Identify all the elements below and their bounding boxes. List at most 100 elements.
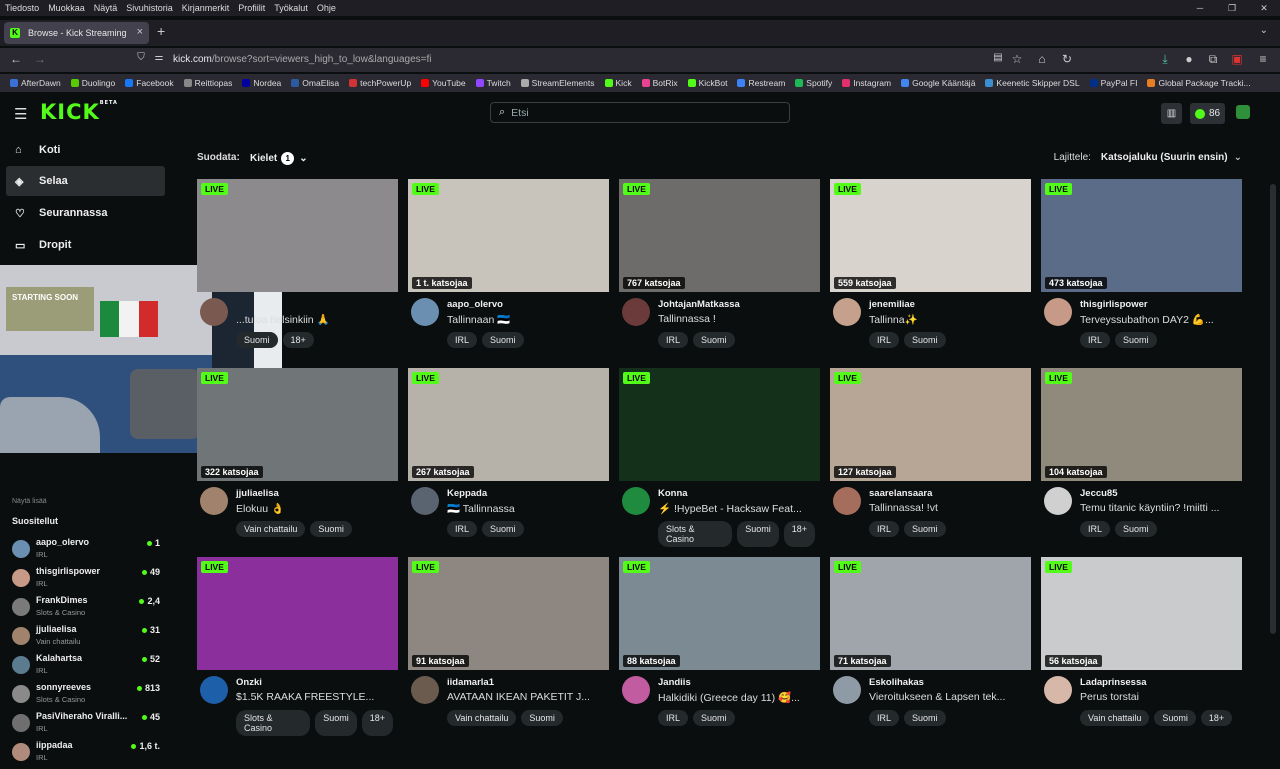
- avatar[interactable]: [411, 298, 439, 326]
- kick-points-badge[interactable]: 86: [1190, 103, 1225, 124]
- stream-title[interactable]: $1.5K RAAKA FREESTYLE...: [236, 691, 398, 703]
- category-tag[interactable]: Slots & Casino: [236, 710, 311, 736]
- bookmark-item[interactable]: Kick: [604, 78, 632, 88]
- avatar[interactable]: [833, 487, 861, 515]
- stream-thumbnail[interactable]: LIVE: [619, 368, 820, 481]
- bookmark-item[interactable]: YouTube: [421, 78, 466, 88]
- stream-card[interactable]: LIVE Onzki $1.5K RAAKA FREESTYLE... Slots &…: [197, 557, 398, 737]
- stream-title[interactable]: Vieroitukseen & Lapsen tek...: [869, 691, 1031, 703]
- channel-name[interactable]: aapo_olervo: [447, 299, 503, 310]
- channel-name[interactable]: thisgirlispower: [1080, 299, 1148, 310]
- user-avatar[interactable]: [1236, 105, 1250, 119]
- layout-icon[interactable]: ▥: [1161, 103, 1182, 124]
- category-tag[interactable]: Vain chattailu: [447, 710, 517, 726]
- bookmark-star-icon[interactable]: ☆: [1009, 52, 1025, 66]
- menu-item-history[interactable]: Sivuhistoria: [126, 3, 173, 13]
- permissions-icon[interactable]: ⚌: [151, 52, 167, 63]
- bookmark-item[interactable]: KickBot: [687, 78, 727, 88]
- stream-card[interactable]: LIVE 88 katsojaa Jandiis Halkidiki (Greece …: [619, 557, 820, 737]
- avatar[interactable]: [622, 298, 650, 326]
- stream-title[interactable]: Terveyssubathon DAY2 💪...: [1080, 313, 1242, 326]
- avatar[interactable]: [833, 298, 861, 326]
- stream-title[interactable]: Perus torstai: [1080, 691, 1242, 703]
- hamburger-menu-icon[interactable]: ☰: [14, 105, 27, 123]
- category-tag[interactable]: Suomi: [693, 332, 735, 348]
- stream-card[interactable]: LIVE 767 katsojaa JohtajanMatkassa Tallinna…: [619, 179, 820, 359]
- bookmark-item[interactable]: Keenetic Skipper DSL: [985, 78, 1080, 88]
- stream-thumbnail[interactable]: LIVE 104 katsojaa: [1041, 368, 1242, 481]
- stream-card[interactable]: LIVE 473 katsojaa thisgirlispower Terveyssu…: [1041, 179, 1242, 359]
- reader-view-icon[interactable]: ▤: [990, 52, 1006, 63]
- category-tag[interactable]: IRL: [658, 710, 689, 726]
- category-tag[interactable]: Suomi: [1115, 521, 1157, 537]
- stream-card[interactable]: LIVE 559 katsojaa jenemiliae Tallinna✨ IRL Su…: [830, 179, 1031, 359]
- bookmark-item[interactable]: Twitch: [475, 78, 511, 88]
- extension-badge-icon[interactable]: ▣: [1229, 52, 1245, 66]
- category-tag[interactable]: Suomi: [236, 332, 278, 348]
- stream-card[interactable]: LIVE ...tuloa helsinkiin 🙏 Suomi 18+: [197, 179, 398, 359]
- bookmark-item[interactable]: Facebook: [125, 78, 174, 88]
- recommended-channel[interactable]: jjuliaelisa Vain chattailu 31: [10, 624, 160, 653]
- category-tag[interactable]: IRL: [1080, 521, 1111, 537]
- bookmark-item[interactable]: Restream: [737, 78, 785, 88]
- bookmark-item[interactable]: Instagram: [842, 78, 891, 88]
- page-scrollbar[interactable]: [1270, 184, 1276, 634]
- bookmark-item[interactable]: Spotify: [795, 78, 832, 88]
- reload-icon[interactable]: ↻: [1059, 52, 1075, 66]
- category-tag[interactable]: Suomi: [737, 521, 779, 547]
- minimize-icon[interactable]: ─: [1184, 0, 1216, 16]
- stream-thumbnail[interactable]: LIVE 1 t. katsojaa: [408, 179, 609, 292]
- stream-thumbnail[interactable]: LIVE 56 katsojaa: [1041, 557, 1242, 670]
- stream-title[interactable]: Temu titanic käyntiin? !miitti ...: [1080, 502, 1242, 514]
- channel-name[interactable]: Konna: [658, 488, 688, 499]
- back-icon[interactable]: ←: [8, 52, 24, 66]
- stream-title[interactable]: Tallinnaan 🇪🇪: [447, 313, 609, 326]
- show-more-link[interactable]: Näytä lisää: [12, 498, 47, 505]
- avatar[interactable]: [1044, 487, 1072, 515]
- stream-card[interactable]: LIVE 267 katsojaa Keppada 🇪🇪 Tallinnassa IRL…: [408, 368, 609, 548]
- bookmark-item[interactable]: Duolingo: [70, 78, 115, 88]
- close-tab-icon[interactable]: ×: [137, 26, 143, 38]
- category-tag[interactable]: Suomi: [482, 332, 524, 348]
- category-tag[interactable]: 18+: [282, 332, 314, 348]
- kick-logo[interactable]: KICKBETA: [40, 100, 118, 124]
- search-input[interactable]: ⌕ Etsi: [490, 102, 790, 123]
- stream-card[interactable]: LIVE 322 katsojaa jjuliaelisa Elokuu 👌 Vain …: [197, 368, 398, 548]
- recommended-channel[interactable]: sonnyreeves Slots & Casino 813: [10, 682, 160, 711]
- recommended-channel[interactable]: thisgirlispower IRL 49: [10, 566, 160, 595]
- category-tag[interactable]: Suomi: [482, 521, 524, 537]
- new-tab-icon[interactable]: +: [157, 23, 165, 39]
- app-menu-icon[interactable]: ≡: [1255, 52, 1271, 66]
- stream-title[interactable]: 🇪🇪 Tallinnassa: [447, 502, 609, 515]
- stream-card[interactable]: LIVE Konna ⚡ !HypeBet - Hacksaw Feat... Slo…: [619, 368, 820, 548]
- menu-item-file[interactable]: Tiedosto: [5, 3, 39, 13]
- stream-title[interactable]: Tallinnassa! !vt: [869, 502, 1031, 514]
- bookmark-item[interactable]: BotRix: [641, 78, 678, 88]
- avatar[interactable]: [411, 487, 439, 515]
- sidebar-item-dropit[interactable]: ▭ Dropit: [6, 230, 165, 260]
- channel-name[interactable]: Jeccu85: [1080, 488, 1118, 499]
- bookmark-item[interactable]: Nordea: [242, 78, 281, 88]
- stream-thumbnail[interactable]: LIVE 127 katsojaa: [830, 368, 1031, 481]
- recommended-channel[interactable]: Kalahartsa IRL 52: [10, 653, 160, 682]
- category-tag[interactable]: IRL: [869, 710, 900, 726]
- menu-item-bookmarks[interactable]: Kirjanmerkit: [182, 3, 230, 13]
- avatar[interactable]: [411, 676, 439, 704]
- category-tag[interactable]: IRL: [869, 332, 900, 348]
- category-tag[interactable]: Suomi: [904, 332, 946, 348]
- stream-title[interactable]: ⚡ !HypeBet - Hacksaw Feat...: [658, 502, 820, 515]
- category-tag[interactable]: 18+: [783, 521, 815, 547]
- downloads-icon[interactable]: ⤓: [1157, 52, 1173, 67]
- stream-thumbnail[interactable]: LIVE 91 katsojaa: [408, 557, 609, 670]
- stream-card[interactable]: LIVE 91 katsojaa iidamarla1 AVATAAN IKEAN P…: [408, 557, 609, 737]
- stream-thumbnail[interactable]: LIVE 559 katsojaa: [830, 179, 1031, 292]
- category-tag[interactable]: Suomi: [693, 710, 735, 726]
- category-tag[interactable]: Suomi: [521, 710, 563, 726]
- stream-card[interactable]: LIVE 127 katsojaa saarelansaara Tallinnassa…: [830, 368, 1031, 548]
- recommended-channel[interactable]: PasiViheraho Viralli... IRL 45: [10, 711, 160, 740]
- bookmark-item[interactable]: StreamElements: [520, 78, 595, 88]
- stream-thumbnail[interactable]: LIVE 473 katsojaa: [1041, 179, 1242, 292]
- stream-card[interactable]: LIVE 71 katsojaa Eskolihakas Vieroitukseen …: [830, 557, 1031, 737]
- bookmark-item[interactable]: techPowerUp: [349, 78, 411, 88]
- category-tag[interactable]: Suomi: [904, 521, 946, 537]
